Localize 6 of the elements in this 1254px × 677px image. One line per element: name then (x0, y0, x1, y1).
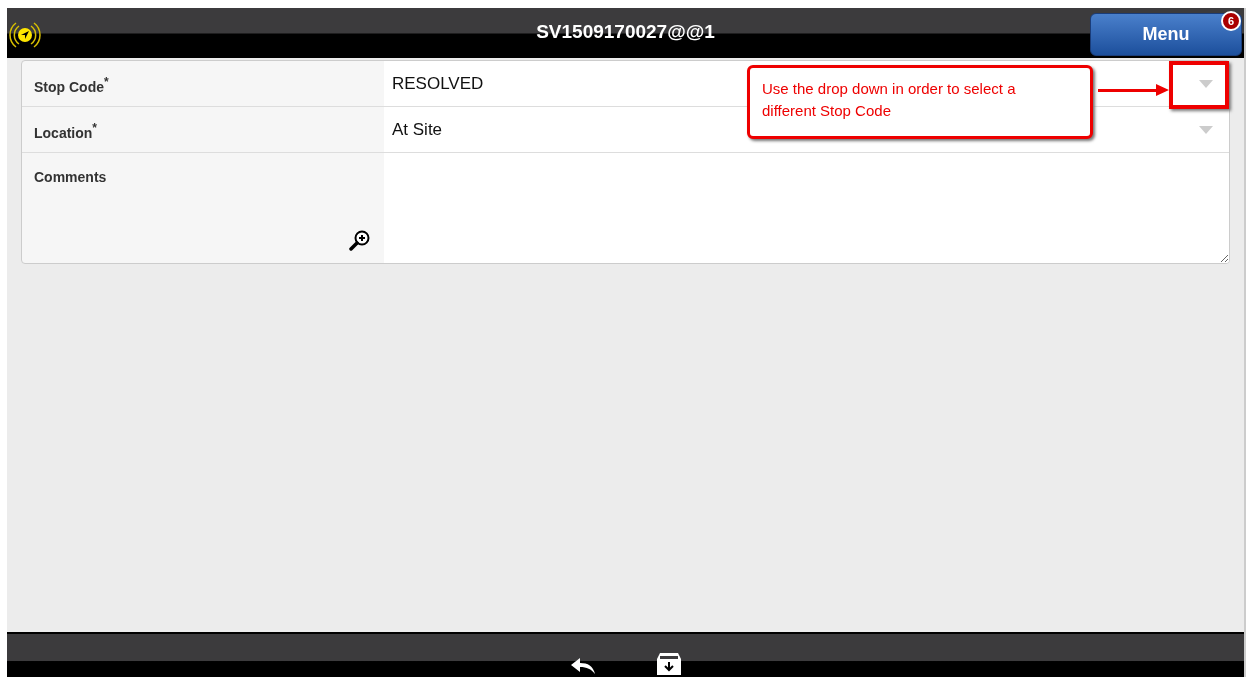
callout-tooltip: Use the drop down in order to select a different Stop Code (747, 65, 1093, 139)
notification-badge: 6 (1221, 11, 1241, 31)
field-label: Comments (34, 169, 107, 185)
field-label: Stop Code$^{*}$ (34, 78, 109, 95)
window-title: SV1509170027@@1 (536, 21, 715, 43)
field-label: Location$^{*}$ (34, 124, 97, 141)
